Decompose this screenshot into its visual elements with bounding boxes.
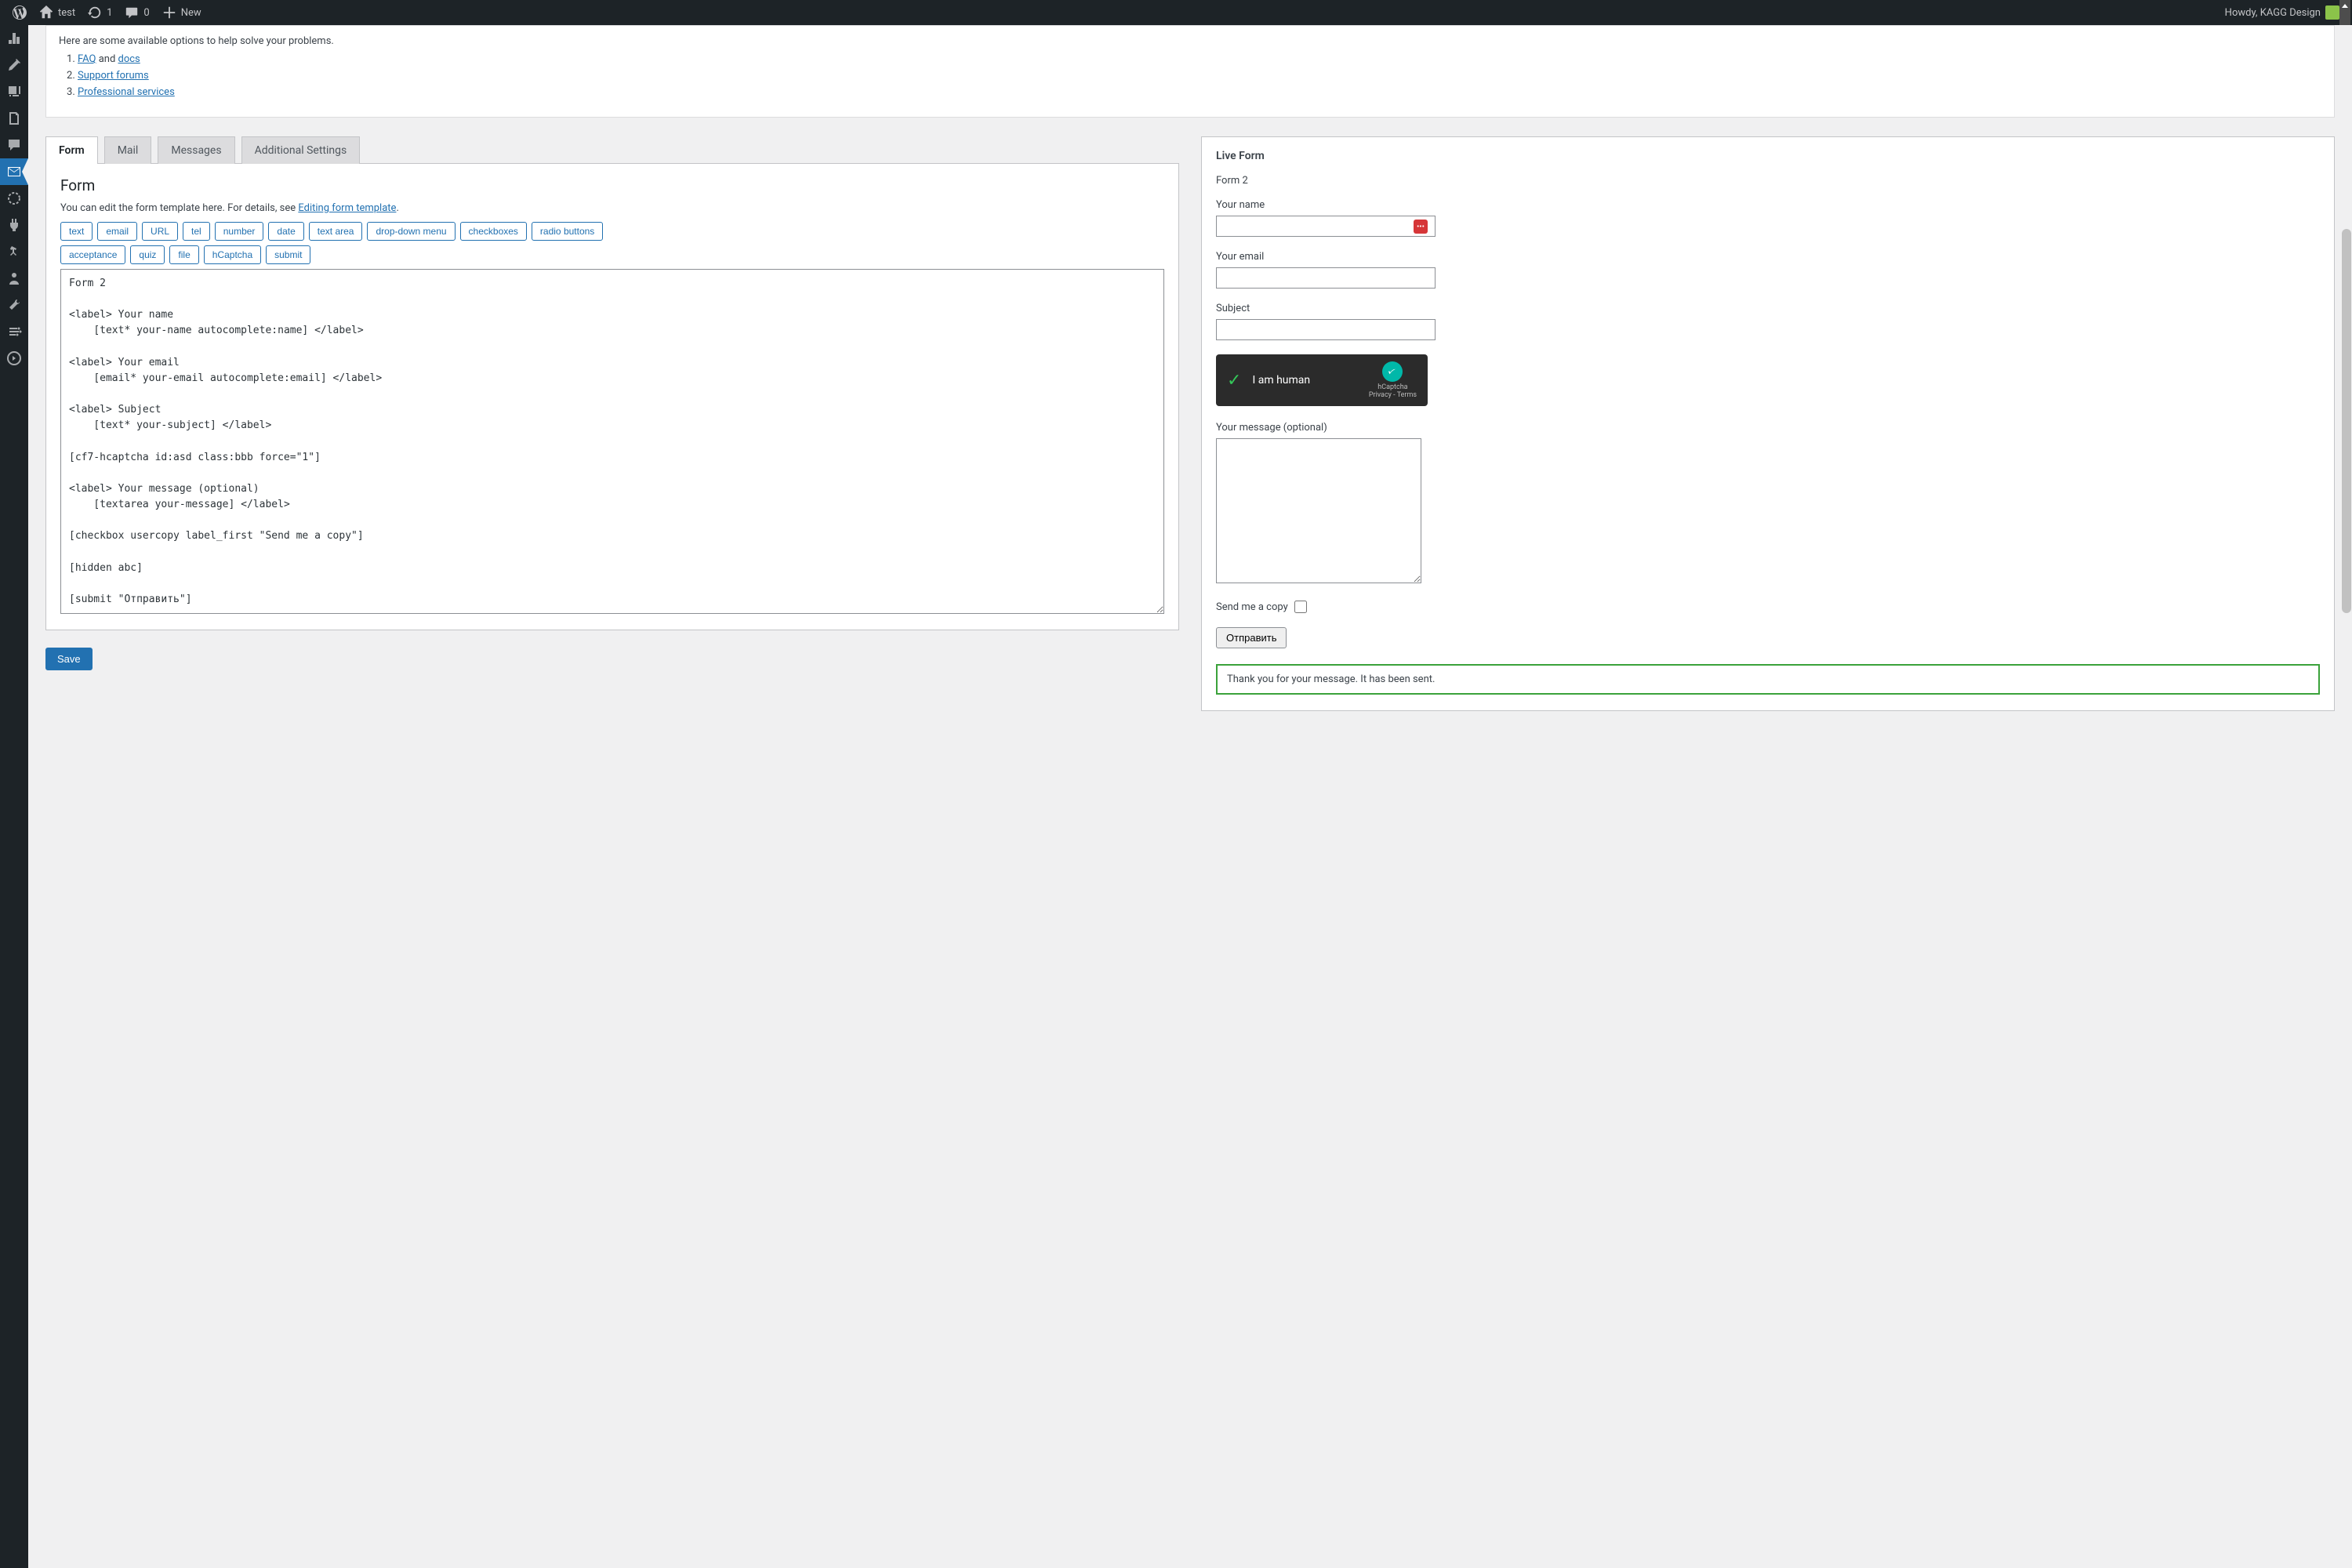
form-template-textarea[interactable] [60, 269, 1164, 614]
scrollbar-thumb[interactable] [2342, 229, 2351, 613]
notice-item: FAQ and docs [78, 53, 2321, 65]
tag-file[interactable]: file [169, 245, 198, 264]
new-content[interactable]: New [156, 0, 208, 25]
input-your-name[interactable] [1216, 216, 1436, 237]
send-copy-label: Send me a copy [1216, 601, 1288, 613]
new-label: New [181, 7, 201, 19]
sidebar-dashboard[interactable] [0, 25, 28, 52]
tag-radio[interactable]: radio buttons [532, 222, 603, 241]
sidebar-media[interactable] [0, 78, 28, 105]
submit-button[interactable]: Отправить [1216, 627, 1287, 648]
sidebar-plugins[interactable] [0, 212, 28, 238]
live-form-title: Form 2 [1216, 175, 2320, 187]
hcaptcha-label: I am human [1252, 374, 1357, 387]
sidebar-pages[interactable] [0, 105, 28, 132]
check-icon: ✓ [1227, 371, 1241, 390]
input-your-email[interactable] [1216, 267, 1436, 289]
hcaptcha-logo-icon [1382, 361, 1403, 382]
comment-count: 0 [143, 7, 149, 19]
scroll-up-caret[interactable] [2339, 0, 2350, 25]
form-panel: Form You can edit the form template here… [45, 163, 1179, 630]
field-message: Your message (optional) [1216, 422, 2320, 586]
notice-intro: Here are some available options to help … [59, 35, 2321, 47]
sidebar-collapse[interactable] [0, 345, 28, 372]
live-heading: Live Form [1216, 150, 2320, 162]
notice-item: Professional services [78, 86, 2321, 98]
docs-link[interactable]: docs [118, 53, 140, 65]
field-your-name: Your name ••• [1216, 199, 2320, 237]
tab-messages[interactable]: Messages [158, 136, 234, 164]
updates[interactable]: 1 [82, 0, 118, 25]
tab-form[interactable]: Form [45, 136, 98, 164]
tag-email[interactable]: email [97, 222, 137, 241]
scrollbar-track[interactable] [2341, 25, 2352, 1568]
password-manager-icon[interactable]: ••• [1414, 220, 1428, 234]
editing-template-link[interactable]: Editing form template [298, 202, 396, 214]
tab-additional[interactable]: Additional Settings [241, 136, 361, 164]
wp-logo[interactable] [6, 0, 33, 25]
sidebar-settings[interactable] [0, 318, 28, 345]
hcaptcha-brand: hCaptcha Privacy - Terms [1369, 361, 1417, 399]
tab-mail[interactable]: Mail [104, 136, 152, 164]
comments[interactable]: 0 [118, 0, 155, 25]
tag-date[interactable]: date [268, 222, 303, 241]
send-copy-row: Send me a copy [1216, 601, 2320, 613]
editor-tabs: Form Mail Messages Additional Settings [45, 136, 1179, 164]
tag-hcaptcha[interactable]: hCaptcha [204, 245, 261, 264]
user-greeting[interactable]: Howdy, KAGG Design [2219, 0, 2346, 25]
update-count: 1 [107, 7, 112, 19]
admin-bar: test 1 0 New Howdy, KAGG Design [0, 0, 2352, 25]
field-subject: Subject [1216, 303, 2320, 340]
site-home[interactable]: test [33, 0, 82, 25]
site-name: test [58, 7, 75, 19]
hcaptcha-widget[interactable]: ✓ I am human hCaptcha Privacy - Terms [1216, 354, 1428, 406]
sidebar-comments[interactable] [0, 132, 28, 158]
tag-row-2: acceptance quiz file hCaptcha submit [60, 245, 1164, 264]
editor-column: Form Mail Messages Additional Settings F… [45, 136, 1179, 670]
tag-checkboxes[interactable]: checkboxes [460, 222, 527, 241]
faq-link[interactable]: FAQ [78, 53, 96, 65]
label-subject: Subject [1216, 303, 2320, 314]
admin-sidebar [0, 25, 28, 1568]
notice-item: Support forums [78, 70, 2321, 82]
tag-submit[interactable]: submit [266, 245, 310, 264]
tag-row-1: text email URL tel number date text area… [60, 222, 1164, 241]
sidebar-users2[interactable] [0, 238, 28, 265]
sidebar-posts[interactable] [0, 52, 28, 78]
tag-textarea[interactable]: text area [309, 222, 363, 241]
sidebar-contact[interactable] [0, 158, 28, 185]
sidebar-appearance[interactable] [0, 185, 28, 212]
tag-tel[interactable]: tel [183, 222, 210, 241]
tag-quiz[interactable]: quiz [130, 245, 165, 264]
tag-number[interactable]: number [215, 222, 264, 241]
support-link[interactable]: Support forums [78, 70, 149, 82]
tag-acceptance[interactable]: acceptance [60, 245, 125, 264]
live-form-panel: Live Form Form 2 Your name ••• Your emai… [1201, 136, 2335, 711]
input-message[interactable] [1216, 438, 1421, 583]
save-button[interactable]: Save [45, 648, 93, 670]
success-message: Thank you for your message. It has been … [1216, 664, 2320, 695]
pro-link[interactable]: Professional services [78, 86, 175, 98]
form-heading: Form [60, 176, 1164, 194]
field-your-email: Your email [1216, 251, 2320, 289]
form-desc: You can edit the form template here. For… [60, 202, 1164, 214]
tag-text[interactable]: text [60, 222, 93, 241]
send-copy-checkbox[interactable] [1294, 601, 1307, 613]
avatar [2325, 5, 2339, 20]
label-message: Your message (optional) [1216, 422, 2320, 434]
label-your-name: Your name [1216, 199, 2320, 211]
live-column: Live Form Form 2 Your name ••• Your emai… [1201, 136, 2335, 711]
tag-dropdown[interactable]: drop-down menu [367, 222, 455, 241]
sidebar-users[interactable] [0, 265, 28, 292]
main-content: Here are some available options to help … [28, 25, 2352, 742]
input-subject[interactable] [1216, 319, 1436, 340]
tag-url[interactable]: URL [142, 222, 178, 241]
sidebar-tools[interactable] [0, 292, 28, 318]
label-your-email: Your email [1216, 251, 2320, 263]
help-notice: Here are some available options to help … [45, 25, 2335, 118]
